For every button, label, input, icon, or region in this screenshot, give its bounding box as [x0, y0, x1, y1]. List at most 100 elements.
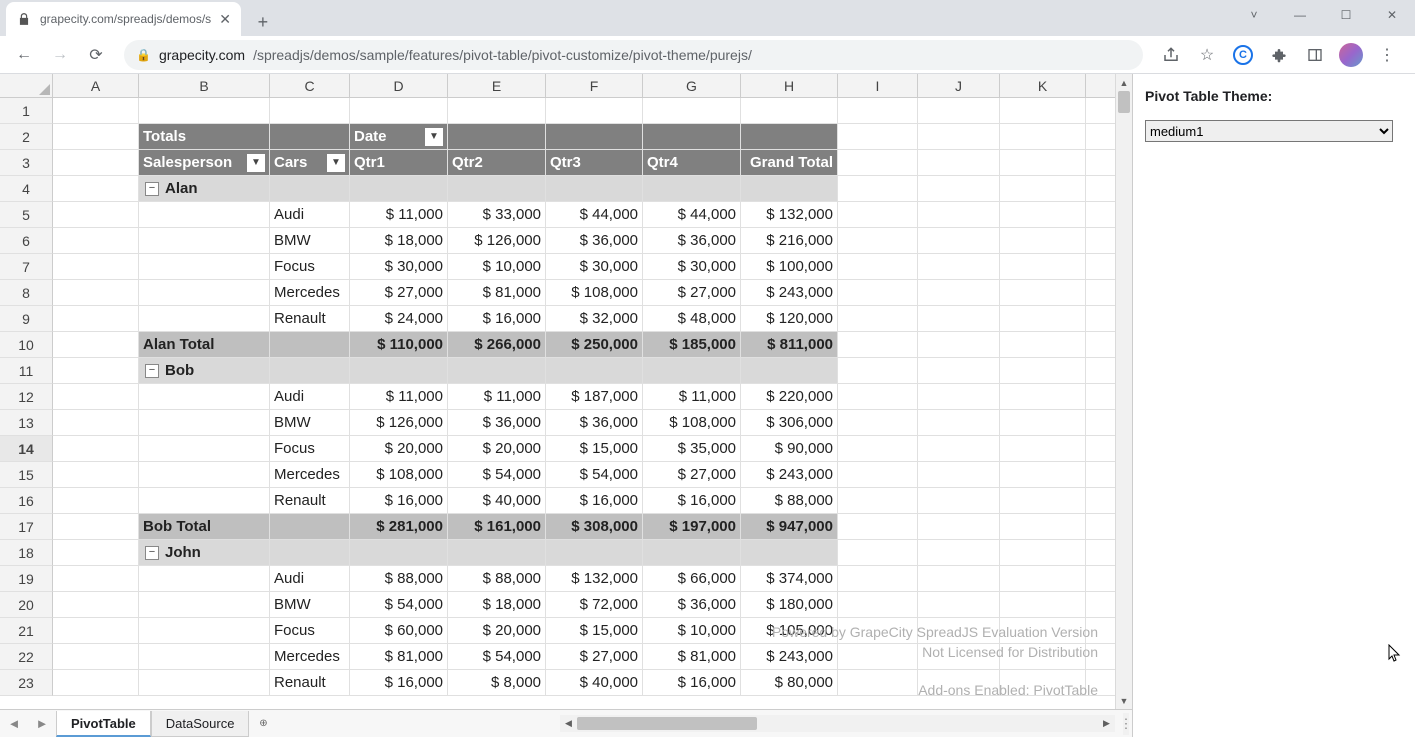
new-tab-button[interactable]: +	[249, 8, 277, 36]
cell[interactable]	[838, 410, 918, 436]
cell[interactable]	[643, 540, 741, 566]
cell[interactable]	[838, 332, 918, 358]
cell[interactable]	[1086, 644, 1115, 670]
pivot-value[interactable]: $ 27,000	[350, 280, 448, 306]
cell[interactable]	[53, 254, 139, 280]
vertical-scrollbar[interactable]: ▲ ▼	[1115, 74, 1132, 709]
pivot-value[interactable]: $ 216,000	[741, 228, 838, 254]
row-header[interactable]: 5	[0, 202, 53, 228]
row-header[interactable]: 15	[0, 462, 53, 488]
pivot-car-label[interactable]: Mercedes	[270, 280, 350, 306]
close-window-button[interactable]: ✕	[1369, 0, 1415, 30]
cell[interactable]	[546, 124, 643, 150]
cell[interactable]	[838, 384, 918, 410]
row-header[interactable]: 19	[0, 566, 53, 592]
pivot-field-cars[interactable]: Cars▼	[270, 150, 350, 176]
cell[interactable]	[838, 228, 918, 254]
pivot-value[interactable]: $ 54,000	[546, 462, 643, 488]
pivot-value[interactable]: $ 243,000	[741, 280, 838, 306]
row-header[interactable]: 13	[0, 410, 53, 436]
profile-avatar[interactable]	[1335, 39, 1367, 71]
cell[interactable]	[53, 644, 139, 670]
cell[interactable]	[1000, 644, 1086, 670]
cell[interactable]	[1086, 410, 1115, 436]
cell[interactable]	[1086, 124, 1115, 150]
theme-select[interactable]: medium1	[1145, 120, 1393, 142]
row-header[interactable]: 22	[0, 644, 53, 670]
menu-kebab-icon[interactable]: ⋮	[1371, 39, 1403, 71]
cell[interactable]	[270, 124, 350, 150]
pivot-value[interactable]: $ 100,000	[741, 254, 838, 280]
cell[interactable]	[53, 332, 139, 358]
cell[interactable]	[270, 540, 350, 566]
pivot-value[interactable]: $ 81,000	[643, 644, 741, 670]
pivot-value[interactable]: $ 54,000	[448, 644, 546, 670]
pivot-value[interactable]: $ 108,000	[350, 462, 448, 488]
pivot-value[interactable]: $ 180,000	[741, 592, 838, 618]
pivot-value[interactable]: $ 105,000	[741, 618, 838, 644]
pivot-value[interactable]: $ 126,000	[350, 410, 448, 436]
cell[interactable]	[838, 150, 918, 176]
pivot-value[interactable]: $ 8,000	[448, 670, 546, 696]
column-header[interactable]: G	[643, 74, 741, 98]
cell[interactable]	[1000, 280, 1086, 306]
dropdown-icon[interactable]: ▼	[247, 154, 265, 172]
pivot-subtotal-value[interactable]: $ 185,000	[643, 332, 741, 358]
row-header[interactable]: 3	[0, 150, 53, 176]
cell[interactable]	[1000, 488, 1086, 514]
pivot-subtotal-value[interactable]: $ 281,000	[350, 514, 448, 540]
pivot-subtotal-value[interactable]: $ 110,000	[350, 332, 448, 358]
back-button[interactable]: ←	[8, 39, 40, 71]
cell[interactable]	[350, 358, 448, 384]
cell[interactable]	[918, 618, 1000, 644]
forward-button[interactable]: →	[44, 39, 76, 71]
pivot-row-label[interactable]	[139, 670, 270, 696]
pivot-value[interactable]: $ 27,000	[643, 462, 741, 488]
address-bar[interactable]: 🔒 grapecity.com/spreadjs/demos/sample/fe…	[124, 40, 1143, 70]
pivot-value[interactable]: $ 81,000	[350, 644, 448, 670]
cell[interactable]	[546, 540, 643, 566]
cell[interactable]	[1086, 332, 1115, 358]
cell[interactable]	[918, 228, 1000, 254]
cell[interactable]	[53, 384, 139, 410]
cell[interactable]	[53, 670, 139, 696]
cell[interactable]	[1000, 332, 1086, 358]
pivot-car-label[interactable]: Renault	[270, 306, 350, 332]
cell[interactable]	[1000, 228, 1086, 254]
maximize-button[interactable]: ☐	[1323, 0, 1369, 30]
pivot-row-label[interactable]	[139, 462, 270, 488]
pivot-qtr-header[interactable]: Qtr1	[350, 150, 448, 176]
row-header[interactable]: 9	[0, 306, 53, 332]
cell[interactable]	[1086, 670, 1115, 696]
cell[interactable]	[1086, 306, 1115, 332]
cell[interactable]	[1000, 358, 1086, 384]
share-icon[interactable]	[1155, 39, 1187, 71]
cell[interactable]	[53, 124, 139, 150]
cell[interactable]	[918, 384, 1000, 410]
collapse-icon[interactable]: −	[145, 364, 159, 378]
row-header[interactable]: 6	[0, 228, 53, 254]
cell[interactable]	[53, 176, 139, 202]
cell[interactable]	[918, 592, 1000, 618]
cell[interactable]	[1086, 254, 1115, 280]
cell[interactable]	[918, 436, 1000, 462]
cell[interactable]	[270, 514, 350, 540]
sheet-tab-datasource[interactable]: DataSource	[151, 711, 250, 737]
column-header[interactable]: E	[448, 74, 546, 98]
column-header[interactable]: H	[741, 74, 838, 98]
row-header[interactable]: 21	[0, 618, 53, 644]
cell[interactable]	[918, 202, 1000, 228]
cell[interactable]	[838, 488, 918, 514]
pivot-car-label[interactable]: Focus	[270, 254, 350, 280]
pivot-car-label[interactable]: Audi	[270, 202, 350, 228]
cell[interactable]	[838, 514, 918, 540]
pivot-value[interactable]: $ 108,000	[643, 410, 741, 436]
cell[interactable]	[1000, 98, 1086, 124]
pivot-car-label[interactable]: Renault	[270, 488, 350, 514]
pivot-value[interactable]: $ 243,000	[741, 644, 838, 670]
pivot-value[interactable]: $ 60,000	[350, 618, 448, 644]
cell[interactable]	[838, 202, 918, 228]
pivot-value[interactable]: $ 90,000	[741, 436, 838, 462]
pivot-subtotal-value[interactable]: $ 161,000	[448, 514, 546, 540]
pivot-value[interactable]: $ 11,000	[350, 202, 448, 228]
